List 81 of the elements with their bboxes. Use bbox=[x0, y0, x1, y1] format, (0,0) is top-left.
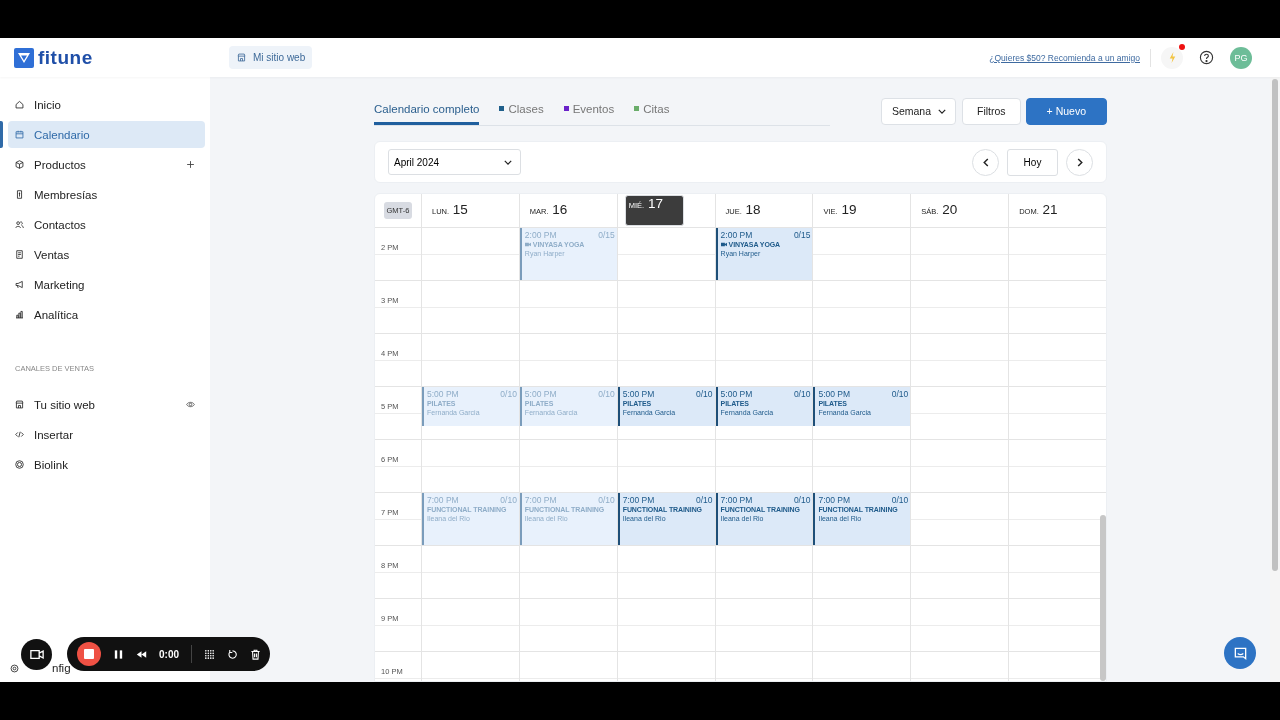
bar-chart-icon bbox=[14, 309, 25, 320]
event-capacity: 0/15 bbox=[598, 230, 615, 240]
plus-icon[interactable] bbox=[186, 160, 195, 169]
sidebar-item[interactable]: Biolink bbox=[8, 451, 205, 478]
help-icon[interactable] bbox=[1199, 50, 1214, 65]
event-capacity: 0/10 bbox=[598, 389, 615, 399]
event-time: 5:00 PM bbox=[720, 389, 753, 399]
sidebar-item[interactable]: Insertar bbox=[8, 421, 205, 448]
month-dropdown[interactable]: April 2024 bbox=[388, 149, 521, 175]
site-button[interactable]: Mi sitio web bbox=[229, 46, 313, 69]
tab[interactable]: Calendario completo bbox=[374, 95, 480, 125]
event-time: 2:00 PM bbox=[524, 230, 557, 240]
event-capacity: 0/10 bbox=[500, 495, 517, 505]
undo-icon[interactable] bbox=[227, 648, 238, 660]
trash-icon[interactable] bbox=[250, 648, 261, 660]
sidebar-item[interactable]: Membresías bbox=[8, 181, 205, 208]
scrollbar[interactable] bbox=[1272, 79, 1278, 571]
event-capacity: 0/10 bbox=[500, 389, 517, 399]
sidebar-item[interactable]: Marketing bbox=[8, 271, 205, 298]
event-time: 7:00 PM bbox=[720, 495, 753, 505]
sidebar-item[interactable]: Inicio bbox=[8, 91, 205, 118]
tab[interactable]: Citas bbox=[634, 95, 670, 125]
logo-text: fitune bbox=[38, 46, 93, 69]
view-dropdown[interactable]: Semana bbox=[880, 97, 956, 125]
tab[interactable]: Eventos bbox=[563, 95, 615, 125]
event-time: 7:00 PM bbox=[818, 495, 851, 505]
new-button[interactable]: + Nuevo bbox=[1025, 97, 1107, 125]
pause-icon[interactable] bbox=[113, 648, 124, 660]
target-icon bbox=[14, 459, 25, 470]
grid-icon[interactable] bbox=[204, 648, 215, 660]
event-capacity: 0/10 bbox=[598, 495, 615, 505]
event-time: 7:00 PM bbox=[524, 495, 557, 505]
box-icon bbox=[14, 159, 25, 170]
referral-link[interactable]: ¿Quieres $50? Recomienda a un amigo bbox=[989, 52, 1140, 63]
home-icon bbox=[14, 99, 25, 110]
event-time: 7:00 PM bbox=[427, 495, 459, 505]
today-button[interactable]: Hoy bbox=[1007, 148, 1058, 176]
event-capacity: 0/10 bbox=[793, 389, 811, 399]
event-time: 7:00 PM bbox=[622, 495, 655, 505]
calendar-icon bbox=[14, 129, 25, 140]
people-icon bbox=[14, 219, 25, 230]
caret-icon bbox=[938, 108, 946, 114]
event-time: 5:00 PM bbox=[818, 389, 851, 399]
gear-icon bbox=[9, 662, 20, 674]
sidebar-item[interactable]: Tu sitio web bbox=[8, 391, 205, 418]
receipt-icon bbox=[14, 249, 25, 260]
event-capacity: 0/10 bbox=[891, 495, 909, 505]
lightning-button[interactable] bbox=[1161, 46, 1183, 69]
event-capacity: 0/10 bbox=[696, 495, 713, 505]
event-time: 5:00 PM bbox=[622, 389, 655, 399]
event-capacity: 0/15 bbox=[793, 230, 811, 240]
logo-icon bbox=[14, 47, 34, 68]
event-capacity: 0/10 bbox=[696, 389, 713, 399]
sidebar-item[interactable]: Ventas bbox=[8, 241, 205, 268]
event-time: 5:00 PM bbox=[427, 389, 459, 399]
store-icon bbox=[236, 52, 247, 63]
megaphone-icon bbox=[14, 279, 25, 290]
timer: 0:00 bbox=[159, 648, 179, 660]
scrollbar[interactable] bbox=[1100, 515, 1106, 681]
caret-icon bbox=[504, 159, 512, 165]
stop-button[interactable] bbox=[77, 642, 101, 666]
store-icon bbox=[14, 399, 25, 410]
chevron-right-icon bbox=[1076, 157, 1083, 167]
chat-button[interactable] bbox=[1224, 637, 1256, 669]
chevron-left-icon bbox=[982, 157, 989, 167]
tab[interactable]: Clases bbox=[499, 95, 544, 125]
sidebar-item[interactable]: Contactos bbox=[8, 211, 205, 238]
sidebar-item[interactable]: Productos bbox=[8, 151, 205, 178]
code-icon bbox=[14, 429, 25, 440]
event-time: 5:00 PM bbox=[524, 389, 557, 399]
filters-button[interactable]: Filtros bbox=[962, 97, 1021, 125]
eye-icon[interactable] bbox=[186, 400, 195, 409]
sidebar-item[interactable]: Analítica bbox=[8, 301, 205, 328]
sidebar-item[interactable]: nfig bbox=[52, 662, 71, 674]
event-capacity: 0/10 bbox=[793, 495, 811, 505]
rewind-icon[interactable] bbox=[136, 648, 147, 660]
event-capacity: 0/10 bbox=[891, 389, 909, 399]
card-icon bbox=[14, 189, 25, 200]
event-time: 2:00 PM bbox=[720, 230, 753, 240]
video-camera-icon bbox=[29, 649, 44, 660]
chat-icon bbox=[1232, 645, 1248, 661]
